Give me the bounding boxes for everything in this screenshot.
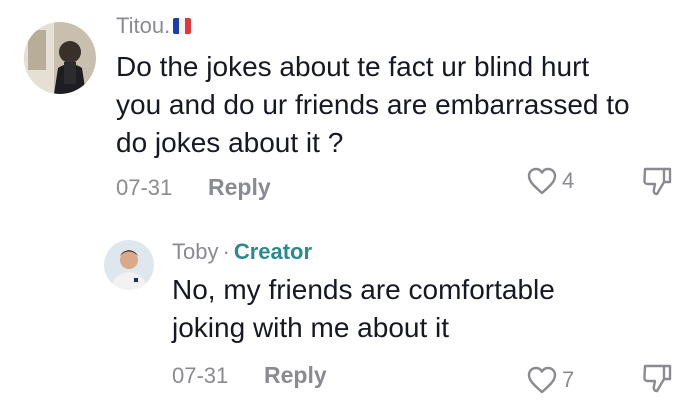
- comment-text-line: do jokes about it ?: [116, 127, 344, 158]
- avatar[interactable]: [104, 240, 154, 290]
- heart-outline-icon: [527, 167, 557, 195]
- avatar-photo-icon: [104, 240, 154, 290]
- comment-text-line: you and do ur friends are embarrassed to: [116, 89, 630, 120]
- comment: Titou. Do the jokes about te fact ur bli…: [0, 0, 700, 220]
- username-text: Toby: [172, 239, 219, 264]
- heart-outline-icon: [527, 366, 557, 394]
- like-count: 7: [562, 367, 575, 392]
- dislike-button[interactable]: [640, 163, 674, 202]
- comment-date: 07-31: [172, 363, 229, 388]
- like-button[interactable]: 7: [526, 365, 574, 395]
- comment-date: 07-31: [116, 175, 173, 200]
- reply-button[interactable]: Reply: [208, 174, 271, 201]
- france-flag-icon: [173, 18, 192, 34]
- username[interactable]: Titou.: [116, 13, 192, 39]
- reply-button[interactable]: Reply: [264, 362, 327, 389]
- comment-text: No, my friends are comfortable joking wi…: [172, 271, 555, 347]
- comment-text: Do the jokes about te fact ur blind hurt…: [116, 48, 630, 162]
- comment-text-line: joking with me about it: [172, 312, 450, 343]
- thumbs-down-icon: [643, 167, 672, 196]
- dislike-button[interactable]: [640, 360, 674, 399]
- reply-comment: Toby · Creator No, my friends are comforta…: [0, 220, 700, 402]
- username-text: Titou.: [116, 13, 171, 38]
- avatar-photo-icon: [24, 22, 96, 94]
- like-count: 4: [562, 168, 575, 193]
- comment-text-line: No, my friends are comfortable: [172, 274, 555, 305]
- creator-badge: Creator: [233, 239, 313, 264]
- comment-text-line: Do the jokes about te fact ur blind hurt: [116, 51, 590, 82]
- like-button[interactable]: 4: [526, 166, 574, 196]
- thumbs-down-icon: [643, 364, 672, 393]
- separator: ·: [222, 239, 230, 264]
- username[interactable]: Toby · Creator: [172, 239, 312, 265]
- avatar[interactable]: [24, 22, 96, 94]
